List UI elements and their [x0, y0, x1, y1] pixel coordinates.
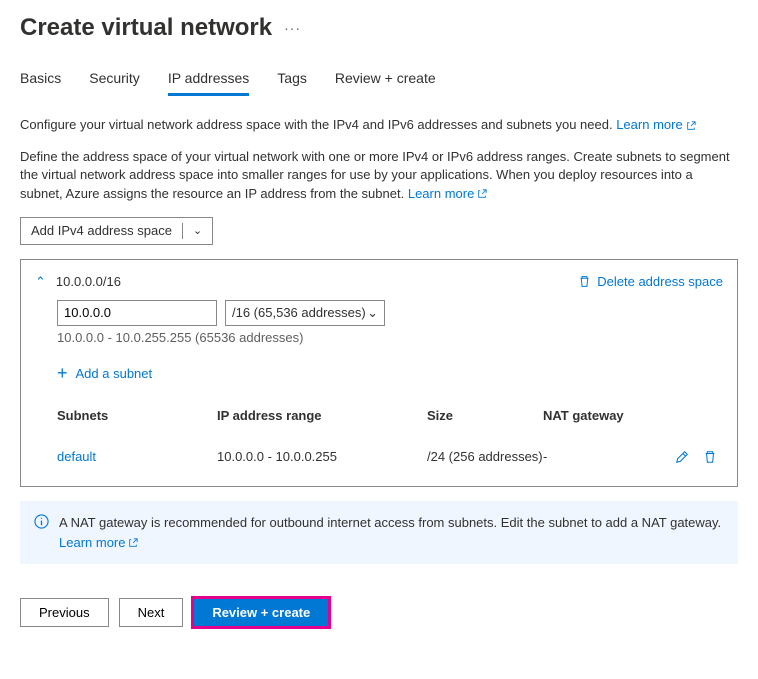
info-box: A NAT gateway is recommended for outboun… — [20, 501, 738, 564]
more-actions-button[interactable]: ··· — [284, 20, 301, 36]
col-header-nat: NAT gateway — [543, 408, 673, 423]
info-icon — [34, 514, 49, 529]
add-address-space-button[interactable]: Add IPv4 address space ⌄ — [20, 217, 213, 245]
page-title: Create virtual network — [20, 14, 272, 42]
prefix-select[interactable]: /16 (65,536 addresses) ⌄ — [225, 300, 385, 326]
tab-ip-addresses[interactable]: IP addresses — [168, 70, 249, 96]
tab-bar: Basics Security IP addresses Tags Review… — [20, 70, 738, 96]
chevron-down-icon: ⌄ — [367, 305, 378, 321]
address-space-block: ⌃ 10.0.0.0/16 Delete address space /16 (… — [20, 259, 738, 488]
chevron-down-icon: ⌄ — [193, 224, 202, 237]
tab-basics[interactable]: Basics — [20, 70, 61, 96]
subnet-nat: - — [543, 449, 673, 464]
external-link-icon — [128, 538, 138, 548]
subnet-range: 10.0.0.0 - 10.0.0.255 — [217, 449, 427, 464]
plus-icon: + — [57, 363, 68, 384]
info-text: A NAT gateway is recommended for outboun… — [59, 515, 721, 530]
ip-address-input[interactable] — [57, 300, 217, 326]
col-header-size: Size — [427, 408, 543, 423]
pencil-icon — [675, 450, 689, 464]
delete-subnet-button[interactable] — [703, 449, 717, 465]
range-text: 10.0.0.0 - 10.0.255.255 (65536 addresses… — [57, 330, 723, 345]
col-header-subnets: Subnets — [57, 408, 217, 423]
learn-more-link-1[interactable]: Learn more — [616, 117, 695, 132]
external-link-icon — [686, 121, 696, 131]
table-row: default 10.0.0.0 - 10.0.0.255 /24 (256 a… — [57, 431, 723, 473]
review-create-button[interactable]: Review + create — [193, 598, 329, 627]
tab-tags[interactable]: Tags — [277, 70, 307, 96]
external-link-icon — [477, 189, 487, 199]
add-subnet-button[interactable]: + Add a subnet — [57, 363, 723, 384]
learn-more-link-3[interactable]: Learn more — [59, 535, 138, 550]
trash-icon — [578, 275, 591, 288]
intro-text-2: Define the address space of your virtual… — [20, 148, 738, 203]
divider — [182, 223, 183, 239]
collapse-toggle[interactable]: ⌃ — [35, 274, 46, 290]
next-button[interactable]: Next — [119, 598, 184, 627]
address-space-cidr: 10.0.0.0/16 — [56, 274, 578, 289]
subnet-name-link[interactable]: default — [57, 449, 96, 464]
delete-address-space-button[interactable]: Delete address space — [578, 274, 723, 289]
trash-icon — [703, 450, 717, 464]
subnet-table-header: Subnets IP address range Size NAT gatewa… — [57, 408, 723, 431]
edit-subnet-button[interactable] — [675, 449, 689, 465]
learn-more-link-2[interactable]: Learn more — [408, 186, 487, 201]
tab-security[interactable]: Security — [89, 70, 140, 96]
footer-buttons: Previous Next Review + create — [20, 598, 738, 627]
previous-button[interactable]: Previous — [20, 598, 109, 627]
intro-text-1: Configure your virtual network address s… — [20, 116, 738, 134]
tab-review-create[interactable]: Review + create — [335, 70, 436, 96]
col-header-range: IP address range — [217, 408, 427, 423]
subnet-size: /24 (256 addresses) — [427, 449, 543, 464]
